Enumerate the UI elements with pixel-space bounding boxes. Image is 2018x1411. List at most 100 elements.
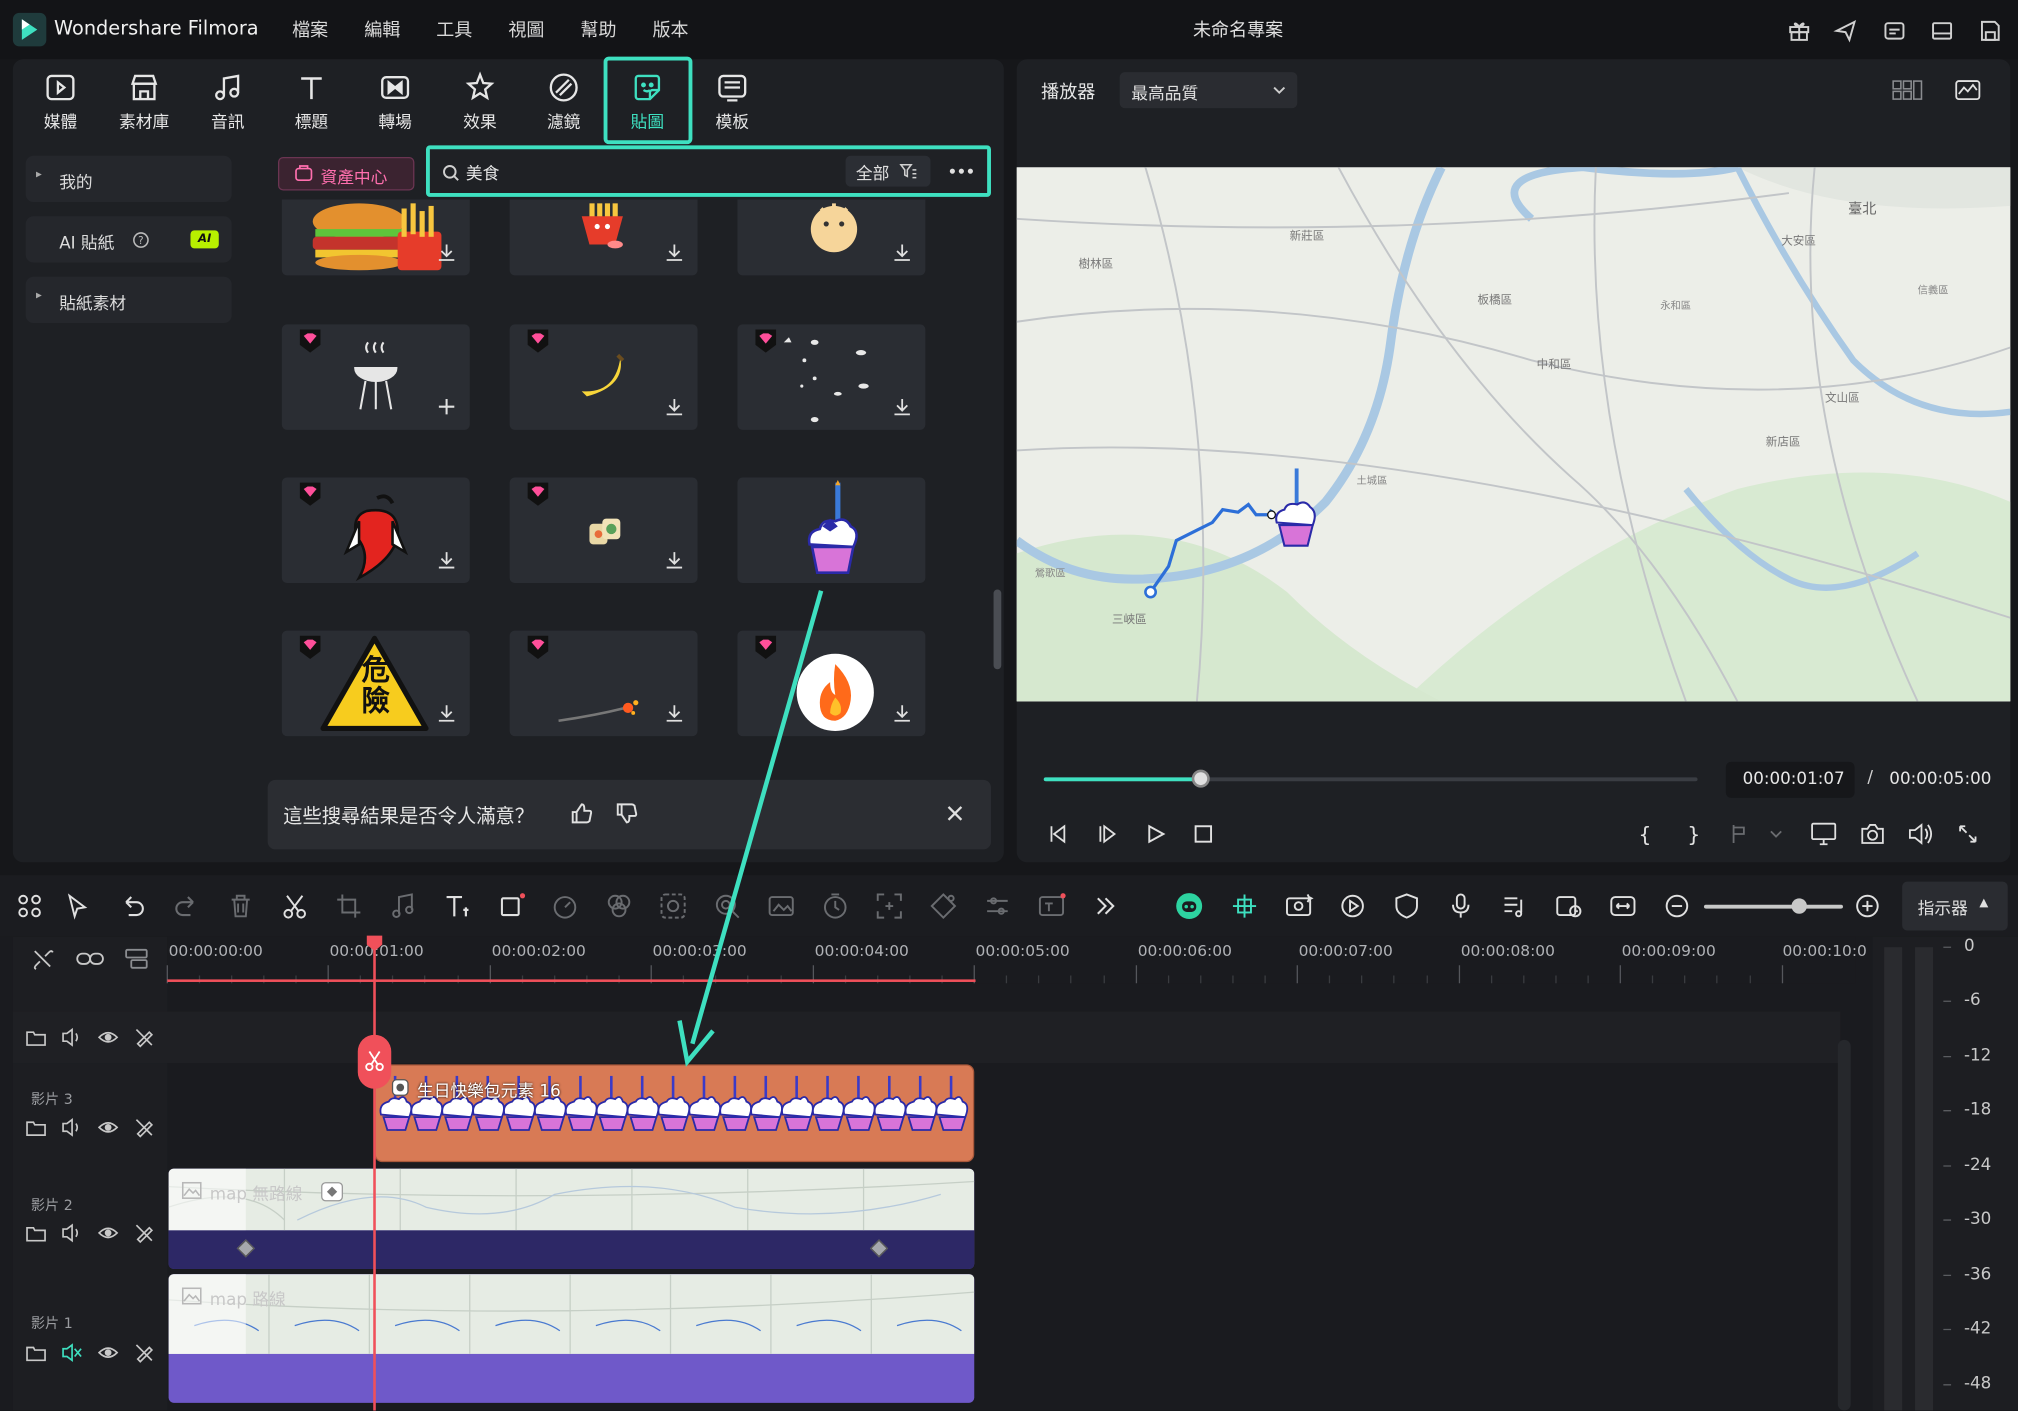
playhead-line[interactable] [373,936,376,1411]
download-icon[interactable] [664,242,685,263]
lock-edit-icon[interactable] [134,1027,155,1048]
redo-icon[interactable] [172,892,200,920]
menu-edit[interactable]: 編輯 [364,17,400,43]
render-preview-icon[interactable] [1338,892,1366,920]
speaker-icon[interactable] [62,1117,83,1138]
select-cursor-icon[interactable] [64,892,92,920]
next-frame-icon[interactable] [1094,821,1120,847]
lock-edit-icon[interactable] [134,1342,155,1363]
sticker-tile[interactable] [509,324,698,430]
play-icon[interactable] [1143,821,1169,847]
sticker-tile[interactable] [509,477,698,584]
sticker-tile[interactable] [281,324,470,430]
record-voiceover-icon[interactable] [1447,892,1475,920]
tab-transitions[interactable]: 轉場 [355,67,435,139]
progress-handle[interactable] [1191,769,1210,788]
prev-frame-icon[interactable] [1045,821,1071,847]
eye-icon[interactable] [97,1223,119,1244]
audio-edit-icon[interactable] [389,892,417,920]
download-icon[interactable] [892,396,913,417]
download-icon[interactable] [664,550,685,571]
map-no-route-clip[interactable]: map 無路線 [168,1168,975,1269]
grid-view-icon[interactable] [1892,77,1923,103]
tab-stickers[interactable]: 貼圖 [607,67,687,139]
library-scrollbar[interactable] [993,589,1002,670]
tab-stock[interactable]: 素材庫 [104,67,184,139]
stop-icon[interactable] [1190,821,1216,847]
sticker-tile[interactable] [281,199,470,276]
speaker-icon[interactable] [62,1027,83,1048]
ai-copilot-icon[interactable] [1175,892,1203,920]
auto-sync-icon[interactable] [1555,892,1583,920]
menu-version[interactable]: 版本 [653,17,689,43]
fullscreen-icon[interactable] [1955,821,1981,847]
add-text-icon[interactable] [443,892,471,920]
fit-timeline-icon[interactable] [1609,892,1637,920]
quality-dropdown[interactable]: 最高品質 [1119,72,1298,109]
mark-in-icon[interactable]: { [1632,821,1653,847]
sticker-tile[interactable] [509,199,698,276]
zoom-slider-handle[interactable] [1791,898,1807,914]
tab-audio[interactable]: 音訊 [188,67,268,139]
download-icon[interactable] [892,242,913,263]
snap-magnet-icon[interactable] [1230,892,1258,920]
track-manager-icon[interactable] [125,948,148,970]
current-time-box[interactable]: 00:00:01:07 [1725,761,1855,798]
adjust-icon[interactable] [983,892,1011,920]
marker-shield-icon[interactable] [1393,892,1421,920]
color-icon[interactable] [605,892,633,920]
zoom-out-icon[interactable] [1663,892,1691,920]
lock-edit-icon[interactable] [134,1223,155,1244]
send-icon[interactable] [1833,18,1859,44]
speaker-icon[interactable] [62,1223,83,1244]
chevron-down-icon[interactable] [1768,826,1783,841]
cloud-save-icon[interactable] [1882,18,1908,44]
reframe-icon[interactable] [875,892,903,920]
map-route-clip[interactable]: map 路線 [168,1274,975,1403]
sticker-tile[interactable] [737,324,926,430]
sidebar-item-sticker-assets[interactable]: ▸ 貼紙素材 [25,276,232,324]
save-icon[interactable] [1977,18,2003,44]
keyframe-icon[interactable] [929,892,957,920]
playhead-handle[interactable] [366,934,384,952]
meter-toggle-button[interactable]: 指示器 ▲ [1902,881,2008,931]
sticker-tile[interactable]: 危險 [281,630,470,737]
tab-filters[interactable]: 濾鏡 [524,67,604,139]
folder-icon[interactable] [26,1223,47,1244]
sticker-tile[interactable] [737,199,926,276]
tab-templates[interactable]: 模板 [692,67,772,139]
add-icon[interactable] [436,396,457,417]
folder-icon[interactable] [26,1342,47,1363]
ai-text-icon[interactable] [1037,892,1066,920]
lock-edit-icon[interactable] [134,1117,155,1138]
playback-progress[interactable] [1043,769,1698,788]
eye-icon[interactable] [97,1117,119,1138]
asset-center-button[interactable]: 資產中心 [277,157,415,191]
shape-icon[interactable] [498,892,526,920]
speed-icon[interactable] [551,892,579,920]
timeline-vertical-scrollbar[interactable] [1837,1039,1851,1411]
tab-media[interactable]: 媒體 [21,67,101,139]
gift-icon[interactable] [1786,18,1812,44]
zoom-slider[interactable] [1703,898,1843,914]
tab-effects[interactable]: 效果 [440,67,520,139]
snapshot-icon[interactable] [1858,821,1886,847]
thumbs-up-icon[interactable] [569,801,595,827]
sticker-clip[interactable]: 生日快樂包元素 16 [374,1064,975,1163]
more-tools-icon[interactable] [1091,892,1119,920]
sidebar-item-mine[interactable]: ▸ 我的 [25,155,232,203]
volume-icon[interactable] [1906,821,1934,847]
filter-dropdown[interactable]: 全部 [845,155,931,187]
speaker-muted-icon[interactable] [62,1342,83,1363]
menu-file[interactable]: 檔案 [292,17,328,43]
download-icon[interactable] [892,703,913,724]
menu-tools[interactable]: 工具 [436,17,472,43]
link-icon[interactable] [76,949,104,970]
thumbs-down-icon[interactable] [614,801,640,827]
split-scissors-icon[interactable] [281,892,309,920]
download-icon[interactable] [664,396,685,417]
delete-icon[interactable] [227,892,255,920]
download-icon[interactable] [436,242,457,263]
sticker-tile[interactable] [281,477,470,584]
preview-canvas[interactable]: 臺北 大安區 新莊區 板橋區 中和區 文山區 新店區 樹林區 三峽區 土城區 永… [1016,167,2011,702]
